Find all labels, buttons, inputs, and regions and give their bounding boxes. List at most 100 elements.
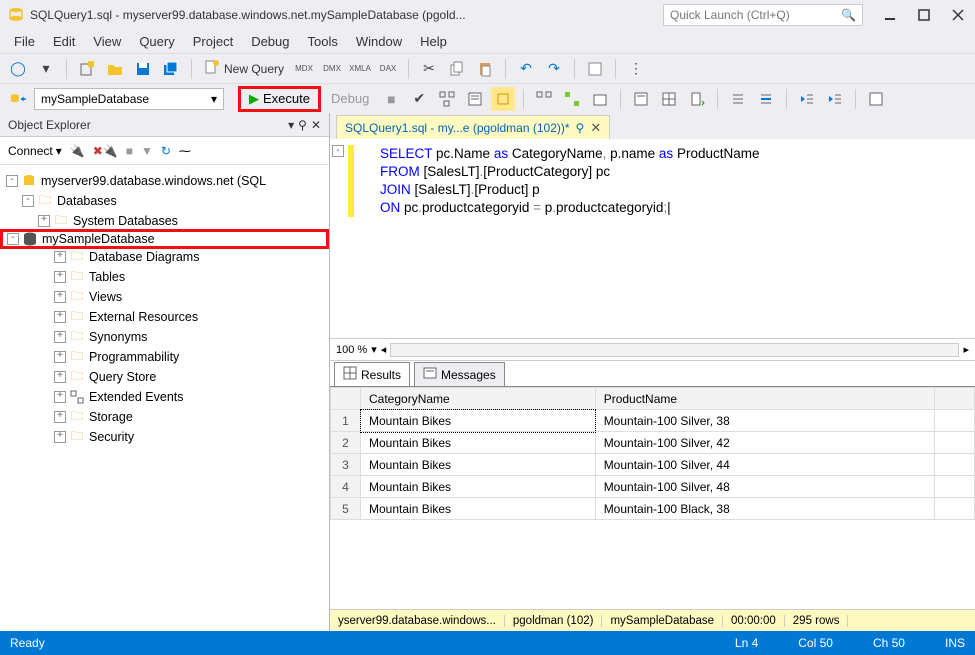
dropdown-icon[interactable]: ▾ <box>288 118 294 132</box>
nav-forward-button[interactable]: ▾ <box>34 57 58 81</box>
results-row[interactable]: 3Mountain BikesMountain-100 Silver, 44 <box>331 454 975 476</box>
tree-tables-node[interactable]: +🗀Tables <box>0 267 329 287</box>
paste-button[interactable] <box>473 57 497 81</box>
document-tabstrip: SQLQuery1.sql - my...e (pgoldman (102))*… <box>330 113 975 139</box>
cut-button[interactable]: ✂ <box>417 57 441 81</box>
tree-query-store-node[interactable]: +🗀Query Store <box>0 367 329 387</box>
chevron-down-icon[interactable]: ▾ <box>371 343 377 356</box>
include-live-stats-button[interactable] <box>560 87 584 111</box>
menu-file[interactable]: File <box>14 34 35 49</box>
results-row[interactable]: 5Mountain BikesMountain-100 Black, 38 <box>331 498 975 520</box>
activity-icon[interactable]: ⁓ <box>179 144 191 158</box>
new-query-button[interactable]: New Query <box>200 59 288 78</box>
outline-toggle[interactable]: - <box>332 145 344 157</box>
connect-button[interactable]: Connect▾ <box>8 144 62 158</box>
menu-window[interactable]: Window <box>356 34 402 49</box>
open-file-button[interactable] <box>103 57 127 81</box>
save-button[interactable] <box>131 57 155 81</box>
properties-button[interactable] <box>583 57 607 81</box>
query-options-button[interactable] <box>463 87 487 111</box>
stop-button[interactable]: ■ <box>379 87 403 111</box>
horizontal-scrollbar[interactable] <box>390 343 959 357</box>
include-client-stats-button[interactable] <box>588 87 612 111</box>
menu-tools[interactable]: Tools <box>308 34 338 49</box>
tree-extended-events-node[interactable]: +Extended Events <box>0 387 329 407</box>
tab-sqlquery1[interactable]: SQLQuery1.sql - my...e (pgoldman (102))*… <box>336 115 610 139</box>
stop-icon[interactable]: ■ <box>126 144 133 158</box>
uncomment-button[interactable] <box>754 87 778 111</box>
object-explorer-tree: -myserver99.database.windows.net (SQL -🗀… <box>0 165 329 631</box>
column-categoryname[interactable]: CategoryName <box>361 388 596 410</box>
minimize-button[interactable] <box>881 6 899 24</box>
quick-launch-input[interactable] <box>670 8 841 22</box>
menu-help[interactable]: Help <box>420 34 447 49</box>
tab-results[interactable]: Results <box>334 362 410 386</box>
sql-editor[interactable]: - SELECT pc.Name as CategoryName, p.name… <box>330 139 975 339</box>
close-panel-icon[interactable]: ✕ <box>311 118 321 132</box>
increase-indent-button[interactable] <box>823 87 847 111</box>
tree-synonyms-node[interactable]: +🗀Synonyms <box>0 327 329 347</box>
results-row[interactable]: 4Mountain BikesMountain-100 Silver, 48 <box>331 476 975 498</box>
tab-messages[interactable]: Messages <box>414 362 505 386</box>
tree-views-node[interactable]: +🗀Views <box>0 287 329 307</box>
separator <box>717 89 718 109</box>
dmx-query-button[interactable]: DMX <box>320 57 344 81</box>
pin-icon[interactable]: ⚲ <box>298 118 307 132</box>
database-selector[interactable]: mySampleDatabase ▾ <box>34 88 224 110</box>
tree-system-databases-node[interactable]: +🗀System Databases <box>0 211 329 231</box>
connect-icon[interactable]: 🔌 <box>70 144 85 158</box>
results-to-text-button[interactable] <box>629 87 653 111</box>
close-tab-icon[interactable]: ✕ <box>590 120 601 136</box>
scroll-right-icon[interactable]: ▸ <box>963 343 969 356</box>
undo-button[interactable]: ↶ <box>514 57 538 81</box>
decrease-indent-button[interactable] <box>795 87 819 111</box>
intellisense-button[interactable] <box>491 87 515 111</box>
menu-edit[interactable]: Edit <box>53 34 75 49</box>
xmla-query-button[interactable]: XMLA <box>348 57 372 81</box>
copy-button[interactable] <box>445 57 469 81</box>
close-button[interactable] <box>949 6 967 24</box>
refresh-icon[interactable]: ↻ <box>161 144 171 158</box>
scroll-left-icon[interactable]: ◂ <box>381 343 387 356</box>
menu-view[interactable]: View <box>93 34 121 49</box>
tree-databases-node[interactable]: -🗀Databases <box>0 191 329 211</box>
specify-values-button[interactable] <box>864 87 888 111</box>
nav-back-button[interactable]: ◯ <box>6 57 30 81</box>
include-actual-plan-button[interactable] <box>532 87 556 111</box>
mdx-query-button[interactable]: MDX <box>292 57 316 81</box>
menu-debug[interactable]: Debug <box>251 34 289 49</box>
debug-button[interactable]: Debug <box>325 91 375 106</box>
tree-mysampledatabase-node[interactable]: -mySampleDatabase <box>0 229 329 249</box>
quick-launch-search[interactable]: 🔍 <box>663 4 863 26</box>
menu-query[interactable]: Query <box>139 34 174 49</box>
results-row[interactable]: 1Mountain BikesMountain-100 Silver, 38 <box>331 410 975 432</box>
tree-security-node[interactable]: +🗀Security <box>0 427 329 447</box>
results-to-grid-button[interactable] <box>657 87 681 111</box>
column-productname[interactable]: ProductName <box>595 388 934 410</box>
results-to-file-button[interactable] <box>685 87 709 111</box>
pin-icon[interactable]: ⚲ <box>576 121 585 135</box>
execute-button[interactable]: ▶ Execute <box>238 86 321 112</box>
results-row[interactable]: 2Mountain BikesMountain-100 Silver, 42 <box>331 432 975 454</box>
change-connection-button[interactable] <box>6 87 30 111</box>
display-estimated-plan-button[interactable] <box>435 87 459 111</box>
tree-programmability-node[interactable]: +🗀Programmability <box>0 347 329 367</box>
save-all-button[interactable] <box>159 57 183 81</box>
tree-database-diagrams-node[interactable]: +🗀Database Diagrams <box>0 247 329 267</box>
zoom-level[interactable]: 100 % <box>336 344 367 356</box>
redo-button[interactable]: ↷ <box>542 57 566 81</box>
tree-server-node[interactable]: -myserver99.database.windows.net (SQL <box>0 171 329 191</box>
filter-icon[interactable]: ▼ <box>141 144 153 158</box>
tree-external-resources-node[interactable]: +🗀External Resources <box>0 307 329 327</box>
new-project-button[interactable] <box>75 57 99 81</box>
maximize-button[interactable] <box>915 6 933 24</box>
overflow-icon[interactable]: ⋮ <box>624 57 648 81</box>
status-user: pgoldman (102) <box>505 615 603 627</box>
comment-button[interactable] <box>726 87 750 111</box>
results-grid[interactable]: CategoryName ProductName 1Mountain Bikes… <box>330 387 975 609</box>
menu-project[interactable]: Project <box>193 34 233 49</box>
tree-storage-node[interactable]: +🗀Storage <box>0 407 329 427</box>
disconnect-icon[interactable]: ✖🔌 <box>93 144 118 158</box>
parse-button[interactable]: ✔ <box>407 87 431 111</box>
dax-query-button[interactable]: DAX <box>376 57 400 81</box>
